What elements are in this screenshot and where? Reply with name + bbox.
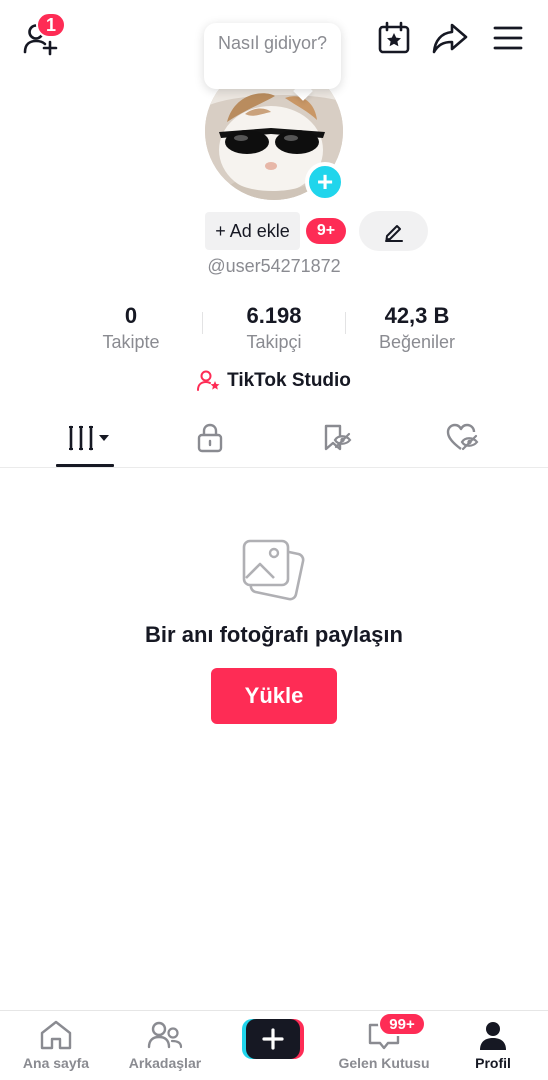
calendar-star-icon <box>378 21 410 54</box>
stat-label: Takipte <box>102 332 160 352</box>
divider <box>202 312 203 334</box>
stat-value: 42,3 B <box>384 303 450 328</box>
inbox-badge: 99+ <box>378 1012 426 1036</box>
divider <box>345 312 346 334</box>
share-icon <box>432 23 468 54</box>
notification-badge: 1 <box>36 12 66 38</box>
tab-liked[interactable] <box>433 418 493 458</box>
nav-friends[interactable]: Arkadaşlar <box>120 1011 210 1080</box>
bottom-nav: Ana sayfa Arkadaşlar Gelen Kutusu Profil <box>0 1010 548 1080</box>
stat-label: Beğeniler <box>378 332 456 352</box>
add-name-button[interactable]: + Ad ekle <box>205 212 300 250</box>
nav-label: Ana sayfa <box>22 1055 90 1071</box>
friends-icon <box>147 1021 183 1049</box>
menu-icon <box>493 26 523 50</box>
stat-value: 0 <box>124 303 138 328</box>
heart-eye-icon <box>446 423 479 451</box>
tiktok-studio-link[interactable]: TikTok Studio <box>0 370 548 392</box>
lock-icon <box>197 423 223 453</box>
studio-icon <box>197 370 220 391</box>
create-button[interactable] <box>242 1019 304 1059</box>
bookmark-eye-icon <box>324 424 352 451</box>
stat-following[interactable]: 0 Takipte <box>61 302 201 354</box>
photo-icon <box>240 538 308 609</box>
plus-icon: + <box>316 166 334 197</box>
nav-home[interactable]: Ana sayfa <box>14 1011 98 1080</box>
edit-profile-button[interactable] <box>359 211 428 251</box>
stat-likes[interactable]: 42,3 B Beğeniler <box>347 302 487 354</box>
tab-videos[interactable] <box>58 418 118 458</box>
nav-label: Profil <box>475 1055 511 1071</box>
nav-profile[interactable]: Profil <box>456 1011 530 1080</box>
create-icon <box>242 1019 304 1059</box>
status-bubble[interactable]: Nasıl gidiyor? <box>204 23 341 89</box>
upload-button[interactable]: Yükle <box>211 668 337 724</box>
calendar-button[interactable] <box>374 18 414 58</box>
add-avatar-button[interactable]: + <box>305 162 345 202</box>
pencil-icon <box>384 225 403 242</box>
stat-followers[interactable]: 6.198 Takipçi <box>204 302 344 354</box>
count-badge: 9+ <box>306 218 346 244</box>
nav-label: Gelen Kutusu <box>338 1055 430 1071</box>
stat-value: 6.198 <box>246 303 302 328</box>
stat-label: Takipçi <box>246 332 302 352</box>
tab-favorites[interactable] <box>307 418 367 458</box>
tabs-divider <box>0 467 548 468</box>
tab-private[interactable] <box>180 418 240 458</box>
studio-label: TikTok Studio <box>227 370 351 391</box>
empty-state-title: Bir anı fotoğrafı paylaşın <box>145 622 403 647</box>
grid-icon <box>69 425 109 451</box>
share-button[interactable] <box>430 18 470 58</box>
username: @user54271872 <box>207 256 341 276</box>
nav-label: Arkadaşlar <box>128 1055 202 1071</box>
menu-button[interactable] <box>488 18 528 58</box>
profile-icon <box>480 1022 506 1050</box>
home-icon <box>40 1020 72 1050</box>
